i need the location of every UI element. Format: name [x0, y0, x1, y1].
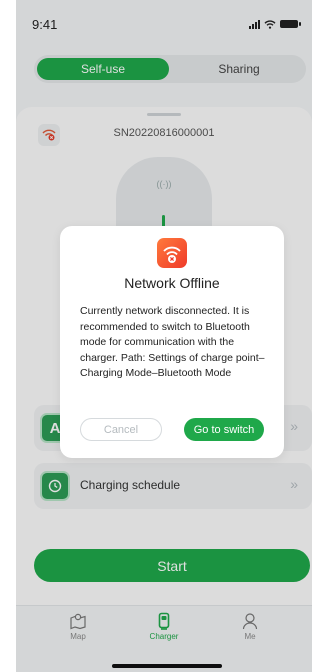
network-offline-icon — [157, 238, 187, 268]
cancel-button[interactable]: Cancel — [80, 418, 162, 441]
network-offline-dialog: Network Offline Currently network discon… — [60, 226, 284, 458]
dialog-title: Network Offline — [124, 275, 220, 291]
dialog-message: Currently network disconnected. It is re… — [80, 305, 265, 379]
go-to-switch-button[interactable]: Go to switch — [184, 418, 264, 441]
phone-screen: 9:41 Self-use Sharing SN20220816000001 (… — [16, 0, 312, 672]
